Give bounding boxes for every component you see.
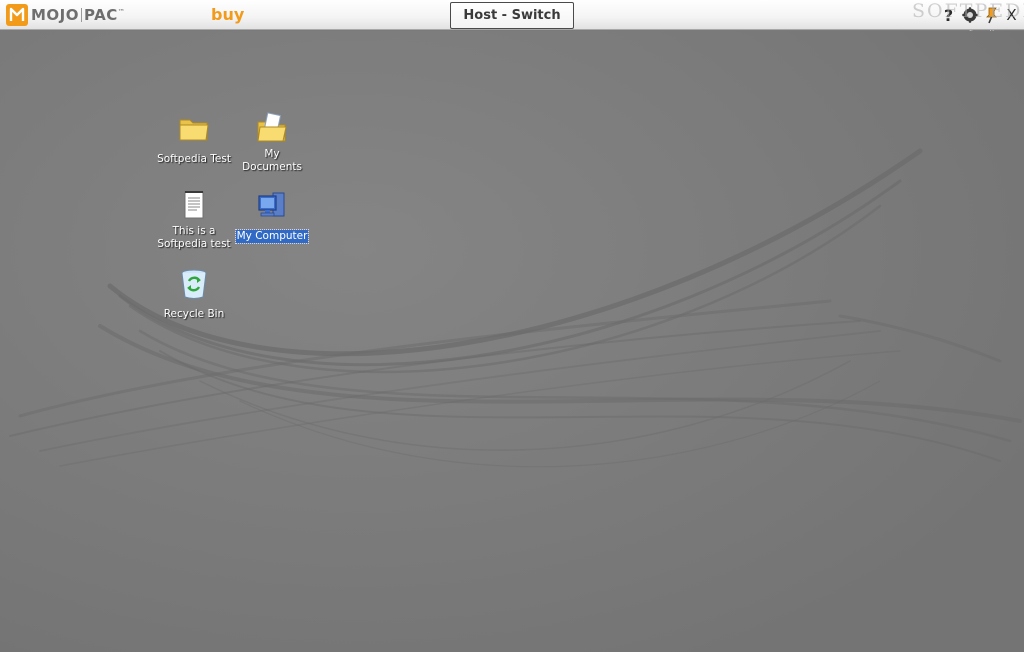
- desktop-icon-label: Recycle Bin: [163, 308, 225, 320]
- desktop-icon-label: This is a Softpedia test: [157, 225, 231, 250]
- top-bar: MOJO PAC™ buy Host - Switch ? X SOFTPED: [0, 0, 1024, 30]
- recycle-bin-icon: [181, 269, 207, 299]
- desktop-icon-my-documents[interactable]: My Documents: [232, 111, 312, 174]
- settings-icon[interactable]: [959, 5, 980, 25]
- logo-wordmark: MOJO PAC™: [31, 6, 126, 24]
- desktop-icon-text-file[interactable]: This is a Softpedia test: [154, 188, 234, 251]
- pin-icon[interactable]: [980, 5, 1001, 25]
- desktop-icon-softpedia-test[interactable]: Softpedia Test: [154, 111, 234, 166]
- desktop-icon-recycle-bin[interactable]: Recycle Bin: [154, 266, 234, 321]
- desktop-icon-label: Softpedia Test: [157, 153, 231, 165]
- text-document-icon: [184, 191, 204, 219]
- folder-icon: [179, 119, 209, 141]
- mojopac-logo: MOJO PAC™: [6, 4, 125, 26]
- my-documents-icon: [257, 112, 287, 142]
- desktop-icon-my-computer[interactable]: My Computer: [232, 188, 312, 244]
- window-controls: ? X: [938, 5, 1022, 25]
- close-icon[interactable]: X: [1001, 5, 1022, 25]
- help-icon[interactable]: ?: [938, 5, 959, 25]
- desktop-icon-label: My Documents: [242, 148, 302, 173]
- host-switch-button[interactable]: Host - Switch: [450, 2, 574, 29]
- desktop[interactable]: Softpedia Test My Documents This is a Sof…: [0, 31, 1024, 652]
- my-computer-icon: [258, 192, 285, 217]
- mojopac-logo-icon: [6, 4, 28, 26]
- desktop-icon-label: My Computer: [234, 229, 310, 244]
- buy-link[interactable]: buy: [211, 5, 244, 24]
